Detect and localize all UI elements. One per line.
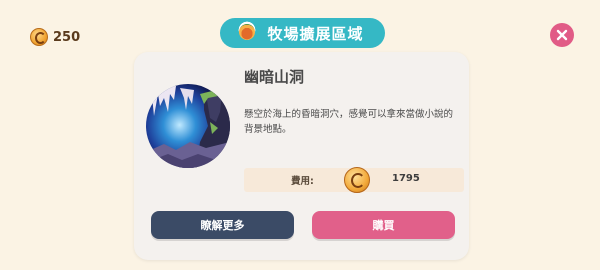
close-icon: [556, 29, 568, 41]
area-name: 幽暗山洞: [244, 68, 305, 86]
cave-image: [146, 84, 230, 168]
coin-icon: [344, 167, 370, 193]
cost-label: 費用:: [291, 176, 314, 187]
page-title: 牧場擴展區域: [267, 24, 364, 43]
close-button[interactable]: [550, 23, 574, 47]
cost-value: 1795: [392, 173, 420, 184]
coin-icon: [30, 28, 48, 46]
buy-button[interactable]: 購買: [312, 211, 455, 239]
area-description: 懸空於海上的昏暗洞穴，感覺可以拿來當做小說的背景地點。: [244, 109, 454, 135]
title-banner: 牧場擴展區域: [220, 18, 385, 48]
ranch-icon: [232, 18, 262, 48]
currency-display: 250: [30, 28, 80, 46]
currency-amount: 250: [53, 29, 81, 45]
learn-more-button[interactable]: 瞭解更多: [151, 211, 294, 239]
cost-bar: 費用: 1795: [244, 167, 464, 193]
